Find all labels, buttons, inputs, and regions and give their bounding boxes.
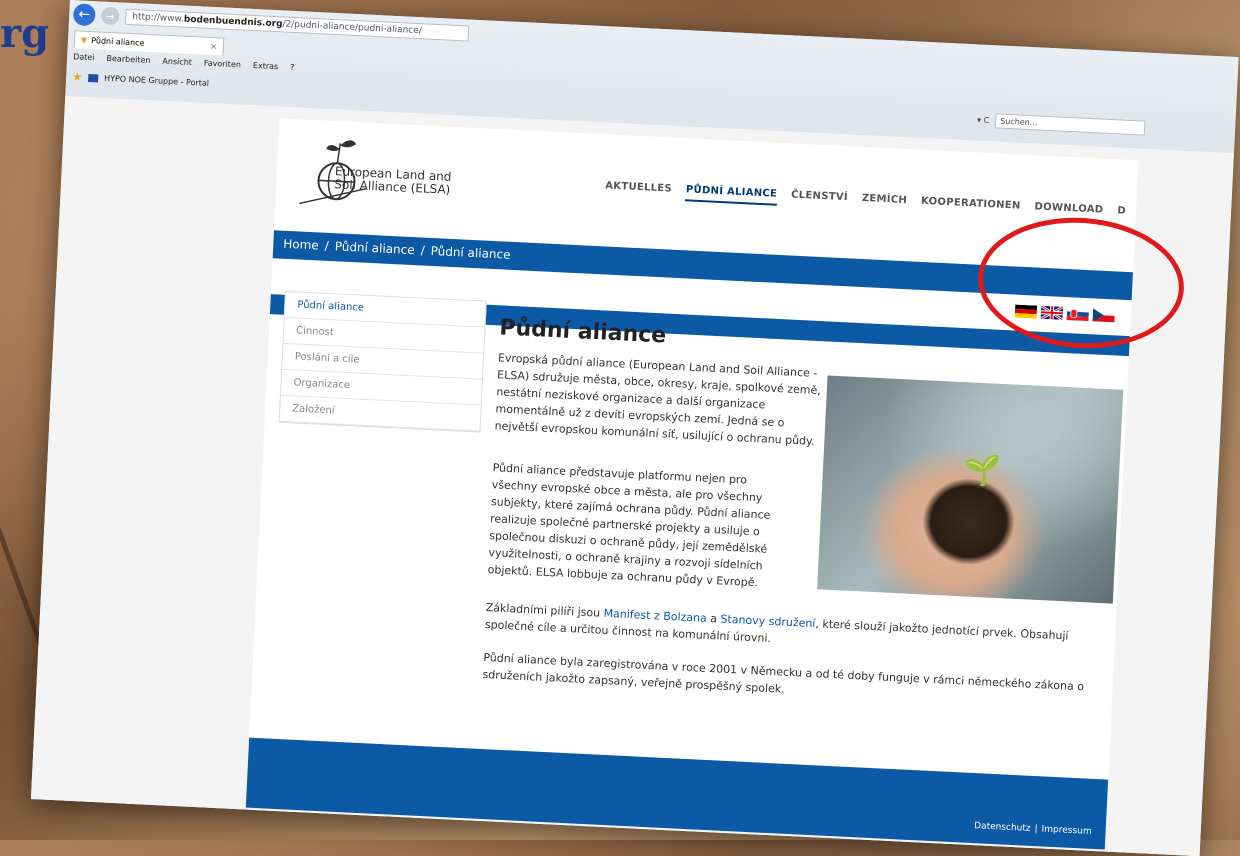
footer-links: Datenschutz | Impressum [974,821,1092,837]
pillars-text-pre: Základními pilíři jsou [485,601,604,620]
sprout-icon: 🌱 [962,452,1002,489]
manifest-link[interactable]: Manifest z Bolzana [603,607,707,625]
star-icon[interactable]: ★ [72,70,82,83]
stanovy-link[interactable]: Stanovy sdružení [720,613,816,631]
hands-soil-photo [817,375,1124,604]
screenshot-root: { "corner_text": "rg", "browser": { "url… [0,0,1240,856]
back-arrow-icon[interactable]: ← [72,3,96,27]
nav-zemich[interactable]: ZEMÍCH [861,193,908,212]
favorite-site-icon [87,73,99,82]
forward-arrow-icon[interactable]: → [100,6,120,26]
menu-item-favoriten[interactable]: Favoriten [204,59,241,70]
breadcrumb-separator: / [324,238,330,253]
search-area: ▾ C Suchen... [977,112,1146,136]
menu-item-ansicht[interactable]: Ansicht [162,57,192,67]
web-page: European Land and Soil Alliance (ELSA) A… [30,95,1234,856]
tab-title: Půdní aliance [90,36,145,48]
breadcrumb-home[interactable]: Home [283,237,319,253]
menu-item-extras[interactable]: Extras [253,61,279,71]
impressum-link[interactable]: Impressum [1041,824,1091,836]
nav-kooperationen[interactable]: KOOPERATIONEN [920,196,1021,218]
menu-item-datei[interactable]: Datei [73,52,95,62]
platform-paragraph: Půdní aliance představuje platformu neje… [487,461,771,590]
nav-clenstvi[interactable]: ČLENSTVÍ [791,189,848,209]
favorite-link[interactable]: HYPO NOE Gruppe - Portal [104,74,209,88]
corner-text: rg [0,10,50,57]
pillars-text-mid: a [706,611,721,626]
footer-separator: | [1034,824,1038,835]
url-domain: bodenbuendnis.org [183,14,283,30]
datenschutz-link[interactable]: Datenschutz [974,821,1031,834]
browser-window: ← → http://www.bodenbuendnis.org/2/pudni… [30,0,1239,856]
nav-more[interactable]: D [1117,205,1126,222]
refresh-icon[interactable]: ▾ C [977,115,990,125]
site-footer: Datenschutz | Impressum [245,737,1109,850]
menu-item-help[interactable]: ? [290,63,295,72]
search-input[interactable]: Suchen... [994,113,1146,136]
favorites-bar: ★ HYPO NOE Gruppe - Portal [72,70,209,90]
menu-bar: Datei Bearbeiten Ansicht Favoriten Extra… [73,52,295,72]
breadcrumb-separator: / [420,243,426,258]
menu-item-bearbeiten[interactable]: Bearbeiten [106,54,150,65]
site-container: European Land and Soil Alliance (ELSA) A… [245,118,1139,850]
url-path: /2/pudni-aliance/pudni-aliance/ [282,19,423,37]
nav-aktuelles[interactable]: AKTUELLES [605,180,672,200]
nav-pudni-aliance[interactable]: PŮDNÍ ALIANCE [685,184,778,206]
intro-paragraph: Evropská půdní aliance (European Land an… [494,351,822,448]
address-row: ← → http://www.bodenbuendnis.org/2/pudni… [69,0,1239,85]
sidebar-nav: Půdní aliance Činnost Poslání a cíle Org… [278,290,487,433]
site-favicon-icon: ▼ [80,35,88,45]
url-prefix: http://www. [131,12,185,25]
close-tab-icon[interactable]: × [210,42,217,51]
main-navigation: AKTUELLES PŮDNÍ ALIANCE ČLENSTVÍ ZEMÍCH … [605,180,1126,222]
